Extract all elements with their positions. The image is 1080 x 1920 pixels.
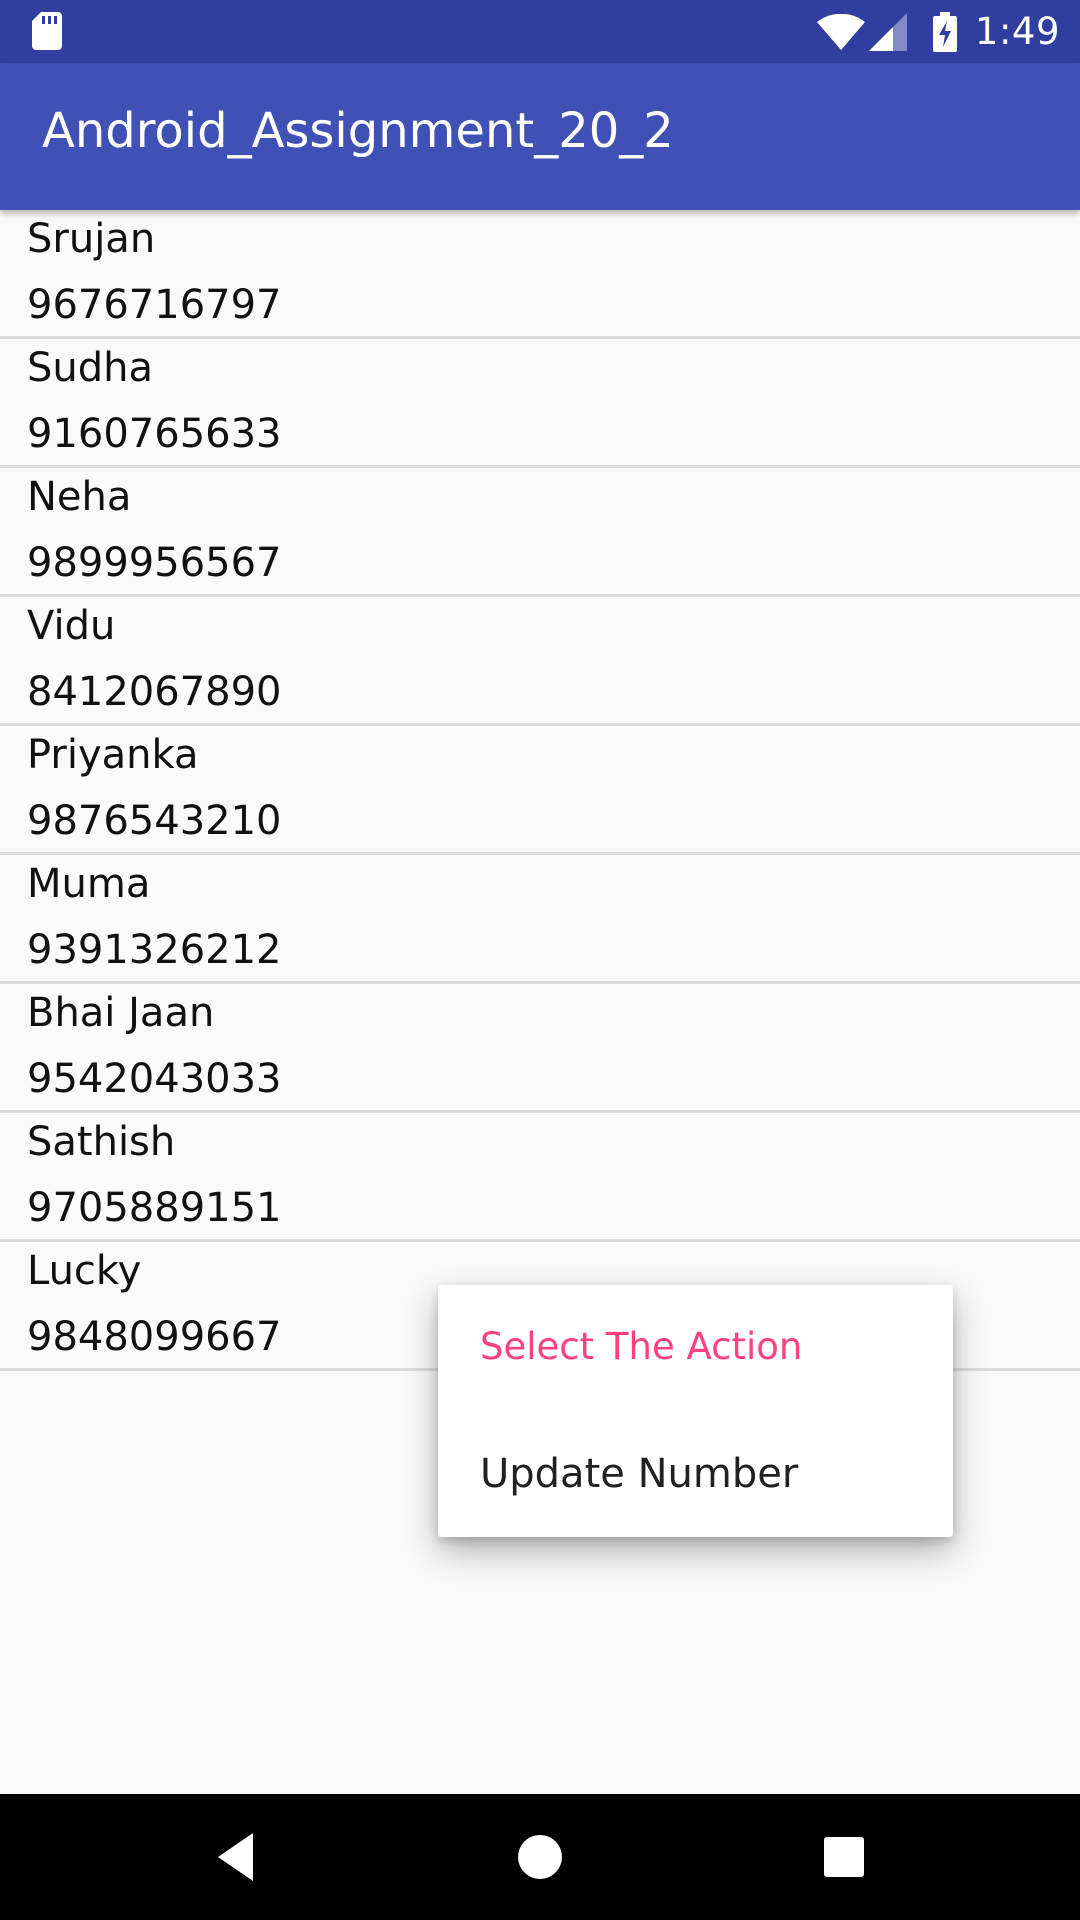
contact-number: 9876543210 — [27, 798, 282, 844]
wifi-icon — [816, 13, 865, 50]
contact-number: 9160765633 — [27, 411, 282, 457]
contact-name: Vidu — [27, 603, 116, 649]
list-item[interactable]: Muma 9391326212 — [0, 855, 1080, 984]
contact-number: 9542043033 — [27, 1056, 282, 1102]
contact-number: 8412067890 — [27, 669, 282, 715]
contact-number: 9705889151 — [27, 1185, 282, 1231]
list-item[interactable]: Bhai Jaan 9542043033 — [0, 984, 1080, 1113]
list-item[interactable]: Priyanka 9876543210 — [0, 726, 1080, 855]
contact-name: Lucky — [27, 1248, 142, 1294]
contact-number: 9391326212 — [27, 927, 282, 973]
contact-name: Muma — [27, 861, 151, 907]
menu-item-label: Update Number — [480, 1451, 799, 1497]
contact-name: Neha — [27, 474, 132, 520]
app-bar: Android_Assignment_20_2 — [0, 63, 1080, 210]
status-icons: 1:49 — [816, 0, 1060, 63]
update-number-menu-item[interactable]: Update Number — [438, 1411, 953, 1537]
context-menu: Select The Action Update Number — [438, 1285, 953, 1537]
app-title: Android_Assignment_20_2 — [42, 103, 674, 159]
sd-card-icon — [32, 12, 62, 50]
list-item[interactable]: Vidu 8412067890 — [0, 597, 1080, 726]
contact-name: Srujan — [27, 216, 156, 262]
list-item[interactable]: Sathish 9705889151 — [0, 1113, 1080, 1242]
battery-charging-icon — [932, 11, 957, 52]
contact-number: 9848099667 — [27, 1314, 282, 1360]
contact-name: Bhai Jaan — [27, 990, 215, 1036]
list-item[interactable]: Neha 9899956567 — [0, 468, 1080, 597]
contact-name: Priyanka — [27, 732, 199, 778]
contact-name: Sathish — [27, 1119, 176, 1165]
contact-number: 9899956567 — [27, 540, 282, 586]
contact-name: Sudha — [27, 345, 153, 391]
navigation-bar — [0, 1794, 1080, 1920]
back-icon[interactable] — [205, 1824, 271, 1890]
context-menu-title: Select The Action — [480, 1325, 803, 1368]
status-clock: 1:49 — [974, 10, 1060, 53]
list-item[interactable]: Srujan 9676716797 — [0, 210, 1080, 339]
signal-icon — [868, 12, 907, 51]
list-item[interactable]: Sudha 9160765633 — [0, 339, 1080, 468]
status-bar: 1:49 — [0, 0, 1080, 63]
home-icon[interactable] — [507, 1824, 573, 1890]
contact-number: 9676716797 — [27, 282, 282, 328]
contact-list: Srujan 9676716797 Sudha 9160765633 Neha … — [0, 210, 1080, 1371]
recents-icon[interactable] — [811, 1824, 877, 1890]
